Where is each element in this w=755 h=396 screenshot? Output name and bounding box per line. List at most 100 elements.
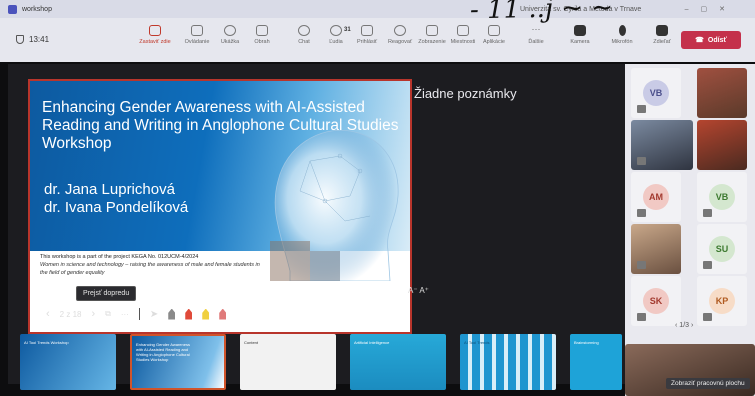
react-icon	[394, 25, 406, 36]
participant-tile[interactable]: VB	[697, 172, 747, 222]
thumbnail-title: AI Tool Trends	[464, 340, 490, 345]
share-icon	[656, 25, 668, 36]
avatar: SK	[643, 288, 669, 314]
preview-icon	[224, 25, 236, 36]
window-title: workshop	[22, 5, 52, 13]
participants-panel: VB AM VB SU SK KP ‹ 1/3 ›	[625, 64, 755, 396]
rooms-icon	[457, 25, 469, 36]
raise-hand-icon	[361, 25, 373, 36]
mic-off-icon	[637, 157, 646, 165]
grid-view-icon[interactable]: ⧉	[105, 309, 111, 319]
more-button[interactable]: ··· Ďalšie	[514, 24, 558, 46]
handwritten-annotation: - 11 ..j ~ ~	[469, 0, 614, 26]
frame-button[interactable]: Obrah	[240, 25, 284, 45]
slide-title: Enhancing Gender Awareness with AI-Assis…	[42, 99, 399, 152]
participant-tile[interactable]: AM	[631, 172, 681, 222]
timer-text: 13:41	[29, 35, 50, 44]
meeting-timer: 13:41	[16, 35, 49, 44]
next-slide-tooltip: Prejsť dopredu	[76, 286, 137, 301]
slide-controls: ‹ 2 z 18 › ⧉ ··· ➤	[46, 308, 227, 320]
participant-pager[interactable]: ‹ 1/3 ›	[675, 322, 693, 329]
mic-off-icon	[703, 261, 712, 269]
view-icon	[426, 25, 438, 36]
microphone-button[interactable]: Mikrofón	[600, 25, 644, 45]
participant-tile[interactable]: SU	[697, 224, 747, 274]
thumbnail[interactable]: Brainstorming	[570, 334, 622, 390]
eraser-icon[interactable]	[219, 308, 227, 320]
meeting-toolbar: 13:41 Zastaviť zdie Ovládanie Ukážka Obr…	[0, 18, 755, 62]
button-label: Chat	[298, 39, 310, 45]
slide-footnote: This workshop is a part of the project K…	[40, 253, 260, 277]
pen-gray-icon[interactable]	[168, 308, 176, 320]
slide-counter: 2 z 18	[59, 309, 82, 319]
frame-icon	[256, 25, 268, 36]
footnote-project: This workshop is a part of the project K…	[40, 254, 199, 260]
speaker-notes: Žiadne poznámky	[414, 86, 517, 101]
author-1: dr. Jana Luprichová	[44, 181, 175, 198]
slide-authors: dr. Jana Luprichová dr. Ivana Pondelíkov…	[44, 181, 188, 217]
button-label: Zastaviť zdie	[139, 39, 171, 45]
presentation-stage: Enhancing Gender Awareness with AI-Assis…	[8, 64, 625, 390]
thumbnail-title: Enhancing Gender Awareness with AI-Assis…	[136, 342, 190, 362]
avatar: SU	[709, 236, 735, 262]
font-size-controls[interactable]: A⁻ A⁺	[408, 286, 429, 295]
stop-share-button[interactable]: Zastaviť zdie	[133, 25, 177, 45]
thumbnail-title: Brainstorming	[574, 340, 599, 345]
button-label: Prihlásiť	[356, 39, 378, 45]
avatar: AM	[643, 184, 669, 210]
apps-button[interactable]: Aplikácie	[472, 25, 516, 45]
participant-video[interactable]	[697, 120, 747, 170]
phone-hangup-icon: ☎	[695, 37, 704, 44]
button-label: Obrah	[254, 39, 270, 45]
share-button[interactable]: Zdieľať	[640, 25, 684, 45]
thumbnail[interactable]: Artificial Intelligence	[350, 334, 446, 390]
previous-slide-icon[interactable]: ‹	[46, 308, 50, 320]
thumbnail-title: Content	[244, 340, 259, 345]
participant-video[interactable]	[697, 68, 747, 118]
more-icon: ···	[531, 24, 541, 34]
stop-share-icon	[149, 25, 161, 36]
slide-thumbnails: AI Tool Trends Workshop Enhancing Gender…	[20, 334, 622, 390]
mic-off-icon	[703, 313, 712, 321]
participant-video[interactable]	[631, 120, 693, 170]
camera-icon	[574, 25, 586, 36]
leave-label: Odísť	[707, 36, 727, 44]
button-label: Zdieľať	[653, 39, 671, 45]
show-desktop-button[interactable]: Zobraziť pracovnú plochu	[666, 378, 750, 389]
pager-text: 1/3	[679, 322, 690, 329]
participant-tile[interactable]: KP	[697, 276, 747, 326]
thumbnail-title: Artificial Intelligence	[354, 340, 390, 345]
camera-button[interactable]: Kamera	[558, 25, 602, 45]
participant-tile[interactable]: SK	[631, 276, 681, 326]
thumbnail[interactable]: AI Tool Trends Workshop	[20, 334, 116, 390]
button-label: Ďalšie	[528, 39, 544, 45]
button-label: Reagovať	[387, 39, 413, 45]
avatar: VB	[709, 184, 735, 210]
chat-icon	[298, 25, 310, 36]
leave-button[interactable]: ☎ Odísť	[681, 31, 741, 49]
button-label: Kamera	[570, 39, 590, 45]
thumbnail[interactable]: Content	[240, 334, 336, 390]
participant-tile[interactable]: VB	[631, 68, 681, 118]
pager-next-icon[interactable]: ›	[691, 322, 693, 329]
mic-off-icon	[637, 209, 646, 217]
highlighter-icon[interactable]	[202, 308, 210, 320]
button-label: Ukážka	[220, 39, 240, 45]
microphone-icon	[618, 25, 626, 36]
window-controls[interactable]: –▢✕	[685, 5, 737, 13]
apps-icon	[488, 25, 500, 36]
participant-video[interactable]	[631, 224, 681, 274]
next-slide-icon[interactable]: ›	[91, 308, 95, 320]
pen-red-icon[interactable]	[185, 308, 193, 320]
thumbnail[interactable]: AI Tool Trends	[460, 334, 556, 390]
pointer-icon[interactable]: ➤	[150, 309, 158, 320]
people-icon	[330, 25, 342, 36]
pager-prev-icon[interactable]: ‹	[675, 322, 677, 329]
shield-icon	[16, 35, 24, 44]
more-options-button[interactable]: ···	[121, 310, 129, 319]
thumbnail-selected[interactable]: Enhancing Gender Awareness with AI-Assis…	[130, 334, 226, 390]
mic-off-icon	[637, 313, 646, 321]
avatar: KP	[709, 288, 735, 314]
button-label: Ovládanie	[184, 39, 210, 45]
button-label: Aplikácie	[482, 39, 505, 45]
